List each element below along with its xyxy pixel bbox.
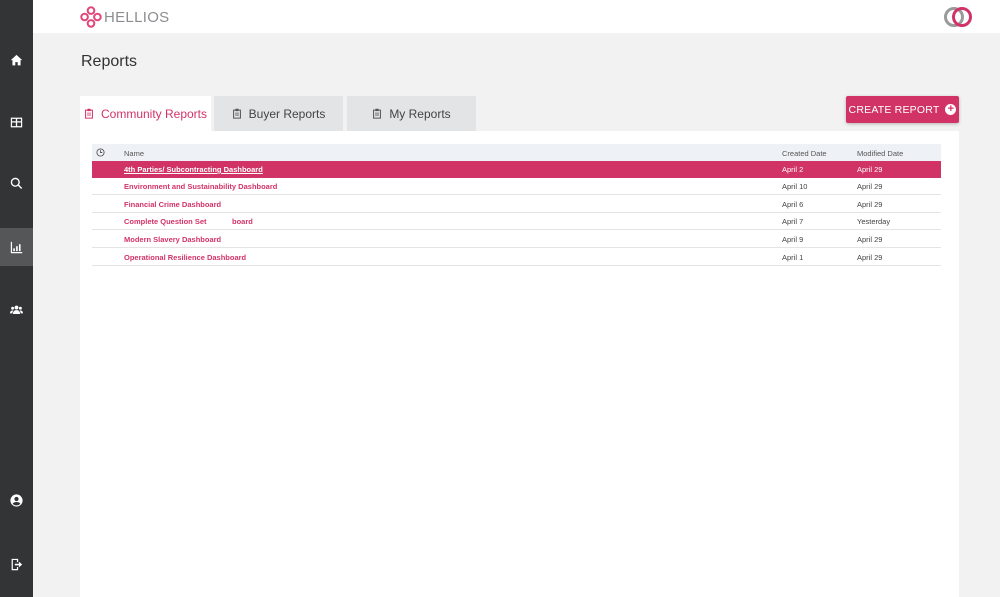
nav-users[interactable] bbox=[0, 290, 33, 328]
tab-label: Community Reports bbox=[100, 106, 208, 121]
table-row[interactable]: Financial Crime Dashboard April 6 April … bbox=[92, 196, 941, 213]
created-date: April 2 bbox=[782, 165, 804, 174]
logout-icon bbox=[11, 558, 23, 570]
modified-date: Yesterday bbox=[857, 217, 891, 226]
table-header: Name Created Date Modified Date bbox=[92, 144, 941, 161]
nav-reports[interactable] bbox=[0, 228, 33, 266]
created-date: April 10 bbox=[782, 182, 808, 191]
modified-date: April 29 bbox=[857, 182, 883, 191]
col-modified-date[interactable]: Modified Date bbox=[857, 149, 903, 158]
modified-date: April 29 bbox=[857, 200, 883, 209]
nav-table[interactable] bbox=[0, 103, 33, 141]
created-date: April 7 bbox=[782, 217, 804, 226]
tab-label: Buyer Reports bbox=[248, 106, 326, 121]
created-date: April 1 bbox=[782, 253, 804, 262]
report-name-link[interactable]: Environment and Sustainability Dashboard bbox=[124, 182, 277, 191]
tab-buyer-reports[interactable]: Buyer Reports bbox=[214, 96, 343, 131]
clock-icon[interactable] bbox=[96, 148, 105, 157]
clipboard-icon bbox=[232, 108, 241, 119]
nav-logout[interactable] bbox=[0, 545, 33, 583]
logo-icon bbox=[80, 6, 102, 28]
account-icon bbox=[10, 493, 23, 507]
home-icon bbox=[10, 54, 23, 65]
report-name-overflow: board bbox=[232, 217, 253, 226]
report-name-link[interactable]: 4th Parties/ Subcontracting Dashboard bbox=[124, 165, 263, 174]
modified-date: April 29 bbox=[857, 253, 883, 262]
clipboard-icon bbox=[85, 108, 93, 119]
table-row[interactable]: Operational Resilience Dashboard April 1… bbox=[92, 249, 941, 266]
modified-date: April 29 bbox=[857, 235, 883, 244]
create-report-label: CREATE REPORT bbox=[848, 103, 940, 116]
sidebar bbox=[0, 0, 33, 597]
table-icon bbox=[10, 117, 23, 127]
report-name-link[interactable]: Operational Resilience Dashboard bbox=[124, 253, 246, 262]
tab-community-reports[interactable]: Community Reports bbox=[80, 96, 211, 131]
create-report-button[interactable]: CREATE REPORT + bbox=[846, 96, 959, 123]
report-name-link[interactable]: Financial Crime Dashboard bbox=[124, 200, 221, 209]
col-name[interactable]: Name bbox=[124, 149, 144, 158]
top-header: HELLIOS bbox=[33, 0, 1000, 33]
logo-text: HELLIOS bbox=[104, 8, 170, 26]
created-date: April 6 bbox=[782, 200, 804, 209]
users-icon bbox=[10, 305, 23, 314]
nav-account[interactable] bbox=[0, 481, 33, 519]
table-row[interactable]: Modern Slavery Dashboard April 9 April 2… bbox=[92, 231, 941, 248]
nav-search[interactable] bbox=[0, 164, 33, 202]
table-row[interactable]: Complete Question Set board April 7 Yest… bbox=[92, 213, 941, 230]
report-name-link[interactable]: Modern Slavery Dashboard bbox=[124, 235, 221, 244]
table-row[interactable]: Environment and Sustainability Dashboard… bbox=[92, 178, 941, 195]
plus-circle-icon: + bbox=[945, 104, 957, 115]
modified-date: April 29 bbox=[857, 165, 883, 174]
app-logo[interactable]: HELLIOS bbox=[80, 6, 169, 28]
clipboard-icon bbox=[373, 108, 382, 119]
user-badge-icon[interactable] bbox=[943, 6, 973, 28]
tab-label: My Reports bbox=[389, 106, 451, 121]
nav-home[interactable] bbox=[0, 41, 33, 79]
created-date: April 9 bbox=[782, 235, 804, 244]
report-name-link[interactable]: Complete Question Set bbox=[124, 217, 207, 226]
table-row[interactable]: 4th Parties/ Subcontracting Dashboard Ap… bbox=[92, 161, 941, 178]
col-created-date[interactable]: Created Date bbox=[782, 149, 827, 158]
search-icon bbox=[10, 177, 23, 189]
page-title: Reports bbox=[81, 53, 138, 70]
chart-icon bbox=[10, 241, 23, 253]
tab-my-reports[interactable]: My Reports bbox=[347, 96, 476, 131]
